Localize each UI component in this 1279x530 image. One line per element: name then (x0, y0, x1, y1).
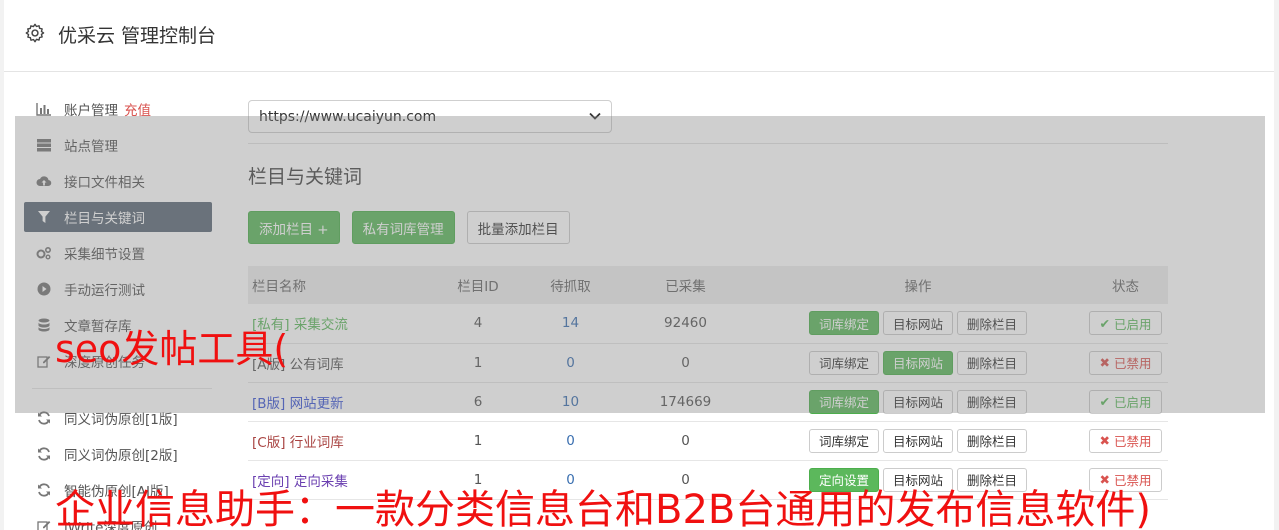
sidebar-item-synonym-v2[interactable]: 同义词伪原创[2版] (24, 439, 214, 469)
app-title: 优采云 管理控制台 (58, 25, 217, 47)
bind-lexicon-button[interactable]: 词库绑定 (808, 428, 879, 453)
status-label: 已禁用 (1113, 434, 1152, 449)
status-toggle[interactable]: ✖ 已禁用 (1088, 428, 1163, 453)
row-ops: 词库绑定 目标网站 删除栏目 (753, 428, 1083, 453)
page: 优采云 管理控制台 账户管理 充值 站点管理 接口文件相关 栏目与关键词 采集细… (0, 0, 1279, 530)
column-tag: [C版] (252, 434, 286, 451)
collected-count: 0 (681, 432, 690, 449)
delete-column-button[interactable]: 删除栏目 (957, 428, 1028, 453)
close-icon: ✖ (1099, 472, 1110, 487)
column-name[interactable]: [C版] 行业词库 (248, 421, 433, 460)
refresh-icon (36, 446, 52, 462)
pending-count[interactable]: 0 (523, 421, 618, 460)
column-title: 行业词库 (289, 434, 344, 451)
header: 优采云 管理控制台 (4, 0, 1274, 72)
edit-icon (36, 518, 52, 530)
table-row: [C版] 行业词库 1 0 0 词库绑定 目标网站 删除栏目 ✖ 已禁用 (248, 421, 1168, 460)
watermark-line-1: seo发帖工具( (55, 327, 289, 371)
refresh-icon (36, 482, 52, 498)
gear-icon (25, 23, 45, 43)
column-id: 1 (473, 432, 483, 449)
close-icon: ✖ (1099, 433, 1110, 448)
target-site-button[interactable]: 目标网站 (882, 428, 953, 453)
bar-chart-icon (36, 101, 52, 117)
watermark-line-2: 企业信息助手：一款分类信息台和B2B台通用的发布信息软件) (55, 487, 1151, 530)
sidebar-item-label: 同义词伪原创[2版] (64, 448, 178, 464)
